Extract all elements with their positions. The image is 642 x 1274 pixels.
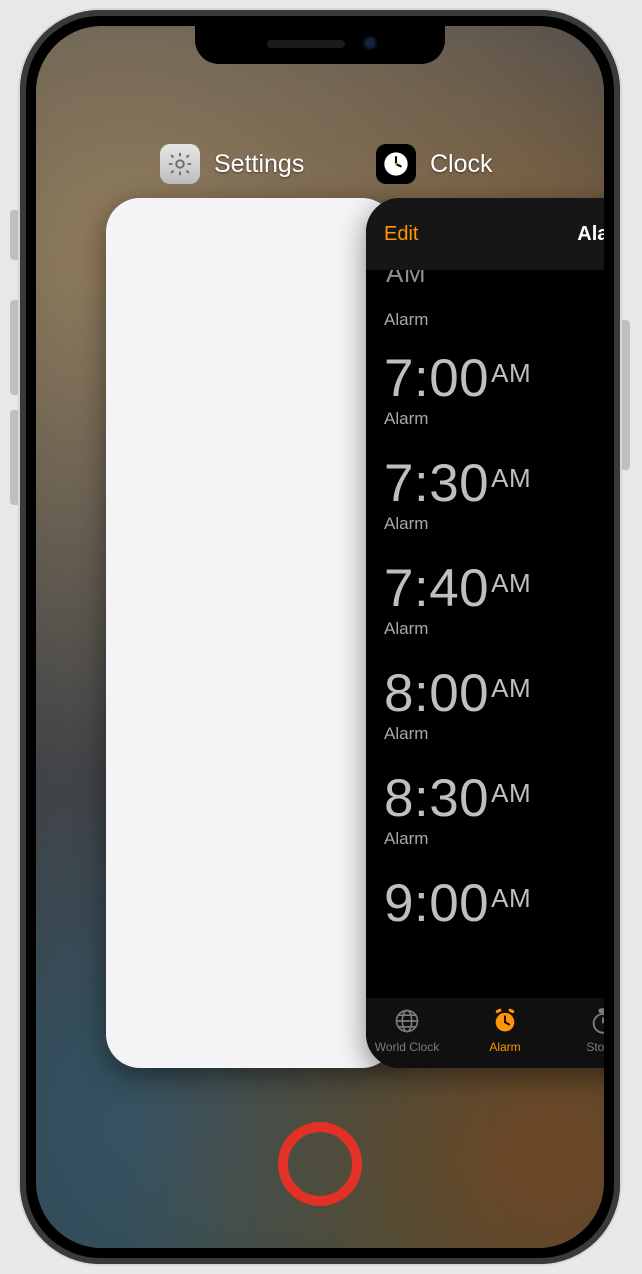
alarm-list[interactable]: AM Alarm 7:00AM Alarm 7:30AM Alarm 7:40AM Alarm… — [366, 270, 604, 946]
alarm-time: 7:30AM — [384, 457, 604, 510]
alarm-label: Alarm — [384, 724, 604, 744]
alarm-label: Alarm — [384, 619, 604, 639]
alarm-time: 8:30AM — [384, 772, 604, 825]
settings-icon — [160, 144, 200, 184]
alarm-ampm: AM — [491, 358, 531, 388]
clock-header: Edit Alarm — [366, 198, 604, 270]
alarm-icon — [470, 1004, 540, 1038]
switcher-card-settings[interactable] — [106, 198, 396, 1068]
switcher-label-text: Settings — [214, 150, 304, 179]
alarm-ampm: AM — [491, 778, 531, 808]
notch — [195, 26, 445, 64]
stopwatch-icon — [568, 1004, 604, 1038]
alarm-label: Alarm — [384, 409, 604, 429]
tab-label: Stopw — [568, 1040, 604, 1054]
alarm-ampm: AM — [491, 463, 531, 493]
alarm-row[interactable]: AM Alarm — [384, 270, 604, 340]
alarm-row[interactable]: 7:30AM Alarm — [384, 445, 604, 550]
alarm-time: 7:40AM — [384, 562, 604, 615]
alarm-row[interactable]: 7:40AM Alarm — [384, 550, 604, 655]
alarm-ampm: AM — [491, 883, 531, 913]
switcher-card-clock[interactable]: Edit Alarm AM Alarm 7:00AM Alarm 7:30AM Alarm… — [366, 198, 604, 1068]
volume-down[interactable] — [10, 410, 20, 505]
alarm-label: Alarm — [384, 514, 604, 534]
alarm-time: 8:00AM — [384, 667, 604, 720]
volume-up[interactable] — [10, 300, 20, 395]
tab-world-clock[interactable]: World Clock — [372, 1004, 442, 1068]
switcher-label-text: Clock — [430, 150, 493, 179]
clock-app-icon — [376, 144, 416, 184]
alarm-row[interactable]: 9:00AM — [384, 865, 604, 946]
alarm-row[interactable]: 8:30AM Alarm — [384, 760, 604, 865]
screen: Settings Clock Edit Alarm AMAlarm7:00AMA… — [36, 26, 604, 1248]
alarm-row[interactable]: 8:00AM Alarm — [384, 655, 604, 760]
tab-alarm[interactable]: Alarm — [470, 1004, 540, 1068]
clock-tabbar: World Clock Alarm — [366, 998, 604, 1068]
alarm-time: 9:00AM — [384, 877, 604, 930]
alarm-ampm: AM — [491, 673, 531, 703]
alarm-label: Alarm — [384, 310, 604, 330]
switcher-label-clock[interactable]: Clock — [376, 144, 493, 184]
alarm-label: Alarm — [384, 829, 604, 849]
clock-title: Alarm — [577, 223, 604, 246]
alarm-ampm: AM — [386, 270, 426, 288]
phone-frame: Settings Clock Edit Alarm AMAlarm7:00AMA… — [20, 10, 620, 1264]
mute-switch[interactable] — [10, 210, 20, 260]
power-button[interactable] — [620, 320, 630, 470]
globe-icon — [372, 1004, 442, 1038]
switcher-label-settings[interactable]: Settings — [160, 144, 304, 184]
alarm-row[interactable]: 7:00AM Alarm — [384, 340, 604, 445]
alarm-time: AM — [384, 270, 604, 306]
tab-stopwatch[interactable]: Stopw — [568, 1004, 604, 1068]
edit-button[interactable]: Edit — [384, 223, 418, 246]
alarm-ampm: AM — [491, 568, 531, 598]
alarm-time: 7:00AM — [384, 352, 604, 405]
tab-label: Alarm — [470, 1040, 540, 1054]
tab-label: World Clock — [372, 1040, 442, 1054]
